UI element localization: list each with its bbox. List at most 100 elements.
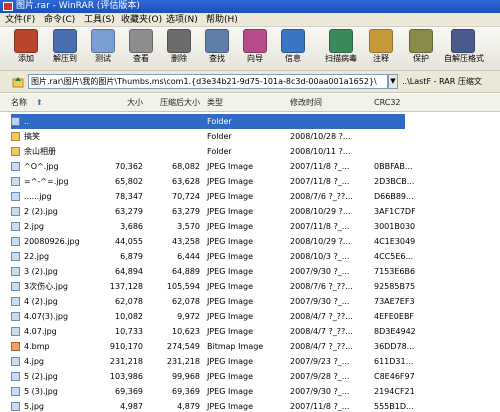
- file-row[interactable]: 4.07(3).jpg 10,082 9,972 JPEG Image 2008/4/7…: [0, 309, 500, 324]
- file-modified: 2008/7/6 ?_??...: [290, 192, 353, 201]
- file-size: 64,894: [115, 267, 143, 276]
- file-row[interactable]: 4.jpg 231,218 231,218 JPEG Image 2007/9/23 ?…: [0, 354, 500, 369]
- file-type: JPEG Image: [207, 207, 254, 216]
- file-type: JPEG Image: [207, 267, 254, 276]
- file-row[interactable]: .. Folder: [0, 114, 500, 129]
- file-row[interactable]: 3次伤心.jpg 137,128 105,594 JPEG Image 2008/7/6…: [0, 279, 500, 294]
- file-name: ..: [24, 117, 30, 126]
- file-modified: 2008/10/3 ?_...: [290, 252, 350, 261]
- file-name: 22.jpg: [24, 252, 50, 261]
- file-size: 137,128: [109, 282, 143, 291]
- toolbar-button-find[interactable]: 查找: [198, 29, 236, 69]
- jpeg-file-icon: [11, 237, 20, 246]
- file-name: 4.jpg: [24, 357, 45, 366]
- file-size: 3,686: [120, 222, 143, 231]
- toolbar-button-comment[interactable]: 注释: [362, 29, 400, 69]
- file-crc: 7153E6B6: [374, 267, 416, 276]
- toolbar-button-protect[interactable]: 保护: [402, 29, 440, 69]
- menu-commands[interactable]: 命令(C): [44, 14, 75, 26]
- column-crc32[interactable]: CRC32: [374, 94, 401, 112]
- toolbar-button-label: 删除: [171, 54, 187, 63]
- menu-file[interactable]: 文件(F): [5, 14, 35, 26]
- info-icon: [281, 29, 305, 53]
- file-type: JPEG Image: [207, 402, 254, 411]
- file-type: JPEG Image: [207, 297, 254, 306]
- file-name: 2.jpg: [24, 222, 45, 231]
- up-folder-icon[interactable]: [12, 76, 24, 88]
- file-row[interactable]: 4.bmp 910,170 274,549 Bitmap Image 2008/4/7 …: [0, 339, 500, 354]
- toolbar-button-info[interactable]: 信息: [274, 29, 312, 69]
- file-modified: 2007/11/8 ?_...: [290, 402, 350, 411]
- file-packed: 43,258: [172, 237, 200, 246]
- file-modified: 2008/4/7 ?_??...: [290, 327, 353, 336]
- toolbar-button-label: 查找: [209, 54, 225, 63]
- path-dropdown-button[interactable]: ▼: [388, 74, 398, 89]
- jpeg-file-icon: [11, 327, 20, 336]
- toolbar-button-view[interactable]: 查看: [122, 29, 160, 69]
- archive-path-field[interactable]: 图片.rar\图片\我的图片\Thumbs.ms\com1.{d3e34b21-…: [28, 74, 388, 89]
- file-row[interactable]: 5.jpg 4,987 4,879 JPEG Image 2007/11/8 ?_...…: [0, 399, 500, 412]
- file-packed: 68,082: [172, 162, 200, 171]
- file-row[interactable]: 20080926.jpg 44,055 43,258 JPEG Image 2008/1…: [0, 234, 500, 249]
- file-row[interactable]: =^-^=.jpg 65,802 63,628 JPEG Image 2007/11/8…: [0, 174, 500, 189]
- menu-tools[interactable]: 工具(S): [84, 14, 115, 26]
- file-row[interactable]: 5 (3).jpg 69,369 69,369 JPEG Image 2007/9/30…: [0, 384, 500, 399]
- file-packed: 231,218: [166, 357, 200, 366]
- column-size[interactable]: 大小: [95, 94, 143, 112]
- file-modified: 2008/4/7 ?_??...: [290, 312, 353, 321]
- file-row[interactable]: 搞笑 Folder 2008/10/28 ?...: [0, 129, 500, 144]
- file-modified: 2008/10/29 ?...: [290, 237, 351, 246]
- menu-favorites[interactable]: 收藏夹(O): [121, 14, 162, 26]
- toolbar-button-delete[interactable]: 删除: [160, 29, 198, 69]
- file-modified: 2007/9/23 ?_...: [290, 357, 350, 366]
- menu-options[interactable]: 选项(N): [166, 14, 198, 26]
- file-packed: 69,369: [172, 387, 200, 396]
- file-name: 20080926.jpg: [24, 237, 80, 246]
- file-row[interactable]: 4.07.jpg 10,733 10,623 JPEG Image 2008/4/7 ?…: [0, 324, 500, 339]
- jpeg-file-icon: [11, 372, 20, 381]
- toolbar-button-wizard[interactable]: 向导: [236, 29, 274, 69]
- toolbar-button-test[interactable]: 测试: [84, 29, 122, 69]
- toolbar-button-label: 注释: [373, 54, 389, 63]
- toolbar-button-virus-scan[interactable]: 扫描病毒: [322, 29, 360, 69]
- file-list: .. Folder 搞笑 Folder 2008/10/28 ?... 余山相册 Folde…: [0, 112, 500, 412]
- file-modified: 2008/4/7 ?_??...: [290, 342, 353, 351]
- file-modified: 2007/9/28 ?_...: [290, 372, 350, 381]
- view-icon: [129, 29, 153, 53]
- file-row[interactable]: 余山相册 Folder 2008/10/11 ?...: [0, 144, 500, 159]
- menu-help[interactable]: 帮助(H): [206, 14, 238, 26]
- file-packed: 4,879: [177, 402, 200, 411]
- file-name: 4.07.jpg: [24, 327, 57, 336]
- file-modified: 2008/10/29 ?...: [290, 207, 351, 216]
- file-row[interactable]: 2 (2).jpg 63,279 63,279 JPEG Image 2008/10/2…: [0, 204, 500, 219]
- jpeg-file-icon: [11, 357, 20, 366]
- column-type[interactable]: 类型: [207, 94, 223, 112]
- toolbar-button-extract-to[interactable]: 解压到: [46, 29, 84, 69]
- file-type: JPEG Image: [207, 312, 254, 321]
- column-modified[interactable]: 修改时间: [290, 94, 322, 112]
- toolbar-button-add[interactable]: 添加: [7, 29, 45, 69]
- column-packed-size[interactable]: 压缩后大小: [146, 94, 200, 112]
- toolbar-button-label: 查看: [133, 54, 149, 63]
- file-modified: 2007/11/8 ?_...: [290, 177, 350, 186]
- file-row[interactable]: 4 (2).jpg 62,078 62,078 JPEG Image 2007/9/30…: [0, 294, 500, 309]
- file-packed: 63,628: [172, 177, 200, 186]
- file-row[interactable]: 5 (2).jpg 103,986 99,968 JPEG Image 2007/9/2…: [0, 369, 500, 384]
- file-packed: 274,549: [166, 342, 200, 351]
- sfx-icon: [451, 29, 475, 53]
- file-row[interactable]: 3 (2).jpg 64,894 64,889 JPEG Image 2007/9/30…: [0, 264, 500, 279]
- file-row[interactable]: ^O^.jpg 70,362 68,082 JPEG Image 2007/11/8 ?…: [0, 159, 500, 174]
- file-crc: 0BBFAB...: [374, 162, 413, 171]
- file-crc: 2194CF21: [374, 387, 415, 396]
- file-name: 4.bmp: [24, 342, 50, 351]
- menu-bar: 文件(F) 命令(C) 工具(S) 收藏夹(O) 选项(N) 帮助(H): [0, 13, 500, 27]
- column-name[interactable]: 名称: [11, 94, 27, 112]
- test-icon: [91, 29, 115, 53]
- file-row[interactable]: ......jpg 78,347 70,724 JPEG Image 2008/7/6 …: [0, 189, 500, 204]
- toolbar-button-sfx[interactable]: 自解压格式: [444, 29, 484, 69]
- jpeg-file-icon: [11, 387, 20, 396]
- file-packed: 105,594: [166, 282, 200, 291]
- file-row[interactable]: 22.jpg 6,879 6,444 JPEG Image 2008/10/3 ?_..…: [0, 249, 500, 264]
- file-row[interactable]: 2.jpg 3,686 3,570 JPEG Image 2007/11/8 ?_...…: [0, 219, 500, 234]
- file-packed: 62,078: [172, 297, 200, 306]
